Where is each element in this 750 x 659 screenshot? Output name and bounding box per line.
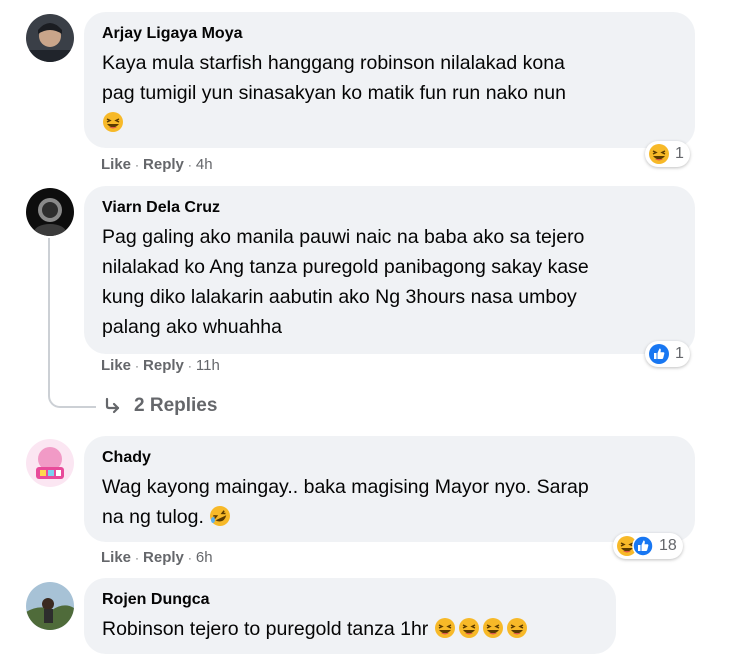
separator: · [187, 359, 192, 373]
haha-reaction-icon [648, 143, 670, 165]
comment-timestamp[interactable]: 11h [196, 357, 220, 374]
comment-bubble: Rojen Dungca Robinson tejero to puregold… [84, 578, 616, 654]
laughing-emoji-icon [482, 617, 504, 639]
reply-button[interactable]: Reply [143, 357, 184, 374]
avatar[interactable] [26, 439, 74, 487]
comment-actions: Like · Reply · 6h [101, 548, 213, 568]
reaction-count: 18 [659, 537, 677, 554]
separator: · [135, 551, 140, 565]
comment-actions: Like · Reply · 11h [101, 356, 220, 376]
separator: · [135, 359, 140, 373]
replies-label: 2 Replies [134, 395, 218, 416]
comment-text: Robinson tejero to puregold tanza 1hr [102, 614, 600, 644]
comment-text: Kaya mula starfish hanggang robinson nil… [102, 48, 679, 138]
comment-bubble: Viarn Dela Cruz Pag galing ako manila pa… [84, 186, 695, 354]
reply-arrow-icon [105, 397, 120, 414]
comment-text: Pag galing ako manila pauwi naic na baba… [102, 226, 589, 338]
reaction-summary[interactable]: 1 [645, 341, 690, 367]
like-button[interactable]: Like [101, 357, 131, 374]
comment-timestamp[interactable]: 6h [196, 549, 213, 566]
avatar[interactable] [26, 14, 74, 62]
laughing-emoji-icon [506, 617, 528, 639]
avatar[interactable] [26, 188, 74, 236]
like-reaction-icon [648, 343, 670, 365]
reply-button[interactable]: Reply [143, 156, 184, 173]
comment-author[interactable]: Arjay Ligaya Moya [102, 24, 679, 44]
reaction-summary[interactable]: 1 [645, 141, 690, 167]
view-replies-button[interactable]: 2 Replies [104, 395, 217, 417]
comment-author[interactable]: Rojen Dungca [102, 590, 600, 610]
rofl-emoji-icon [209, 505, 231, 527]
separator: · [187, 551, 192, 565]
laughing-emoji-icon [102, 111, 124, 133]
laughing-emoji-icon [434, 617, 456, 639]
comment-text: Wag kayong maingay.. baka magising Mayor… [102, 476, 589, 528]
reaction-summary[interactable]: 18 [613, 533, 683, 559]
like-button[interactable]: Like [101, 156, 131, 173]
comment-author[interactable]: Viarn Dela Cruz [102, 198, 679, 218]
avatar[interactable] [26, 582, 74, 630]
comment-timestamp[interactable]: 4h [196, 156, 213, 173]
separator: · [135, 158, 140, 172]
reaction-count: 1 [675, 145, 684, 162]
emoji-row [434, 618, 530, 640]
like-button[interactable]: Like [101, 549, 131, 566]
comment-bubble: Chady Wag kayong maingay.. baka magising… [84, 436, 695, 542]
comment-author[interactable]: Chady [102, 448, 679, 468]
reaction-count: 1 [675, 345, 684, 362]
separator: · [187, 158, 192, 172]
comment-actions: Like · Reply · 4h [101, 155, 213, 175]
laughing-emoji-icon [458, 617, 480, 639]
comment-bubble: Arjay Ligaya Moya Kaya mula starfish han… [84, 12, 695, 148]
reply-button[interactable]: Reply [143, 549, 184, 566]
like-reaction-icon [632, 535, 654, 557]
